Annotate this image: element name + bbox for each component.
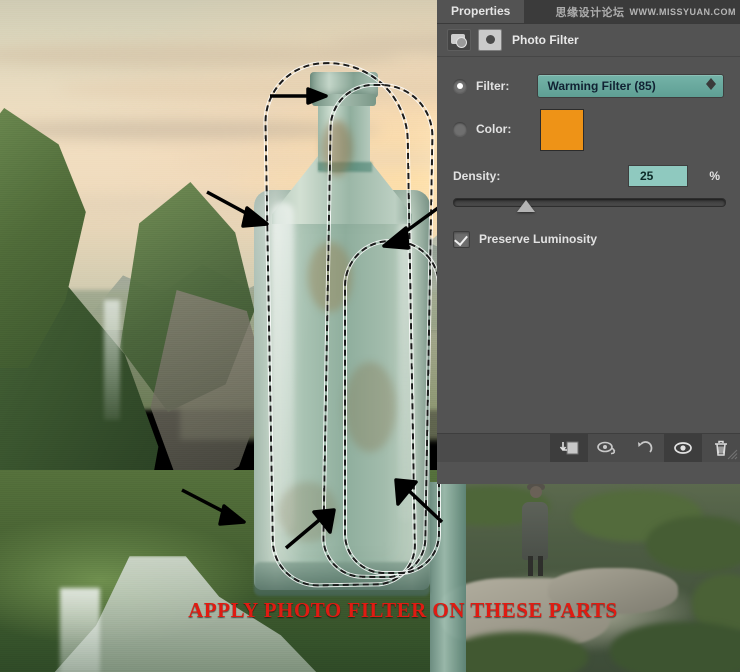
standing-figure <box>518 484 552 578</box>
panel-tab-bar: Properties 思缘设计论坛 WWW.MISSYUAN.COM <box>437 0 740 24</box>
adjustment-title: Photo Filter <box>512 33 579 47</box>
annotation-text: APPLY PHOTO FILTER ON THESE PARTS <box>188 598 618 622</box>
filter-select-value: Warming Filter (85) <box>547 79 656 93</box>
toggle-visibility-button[interactable] <box>664 434 702 462</box>
clip-to-layer-button[interactable] <box>550 434 588 462</box>
preserve-luminosity-row[interactable]: Preserve Luminosity <box>437 229 740 249</box>
color-label: Color: <box>476 122 512 136</box>
watermark-url: WWW.MISSYUAN.COM <box>629 6 736 17</box>
chevron-updown-icon[interactable] <box>706 78 716 94</box>
moss <box>448 632 588 672</box>
moss <box>646 516 740 572</box>
annotation-arrow <box>378 206 440 252</box>
filter-radio[interactable] <box>453 79 467 93</box>
filter-row: Filter: Warming Filter (85) <box>437 73 740 99</box>
watermark-chinese: 思缘设计论坛 <box>555 5 625 19</box>
slider-thumb[interactable] <box>516 200 535 212</box>
tab-properties[interactable]: Properties <box>437 0 525 23</box>
annotation-arrow <box>388 478 446 524</box>
photo-filter-icon <box>447 29 471 51</box>
panel-footer <box>437 433 740 462</box>
preserve-luminosity-label: Preserve Luminosity <box>479 232 598 246</box>
slider-track[interactable] <box>453 198 726 207</box>
resize-grip-icon[interactable] <box>727 449 738 460</box>
figure-leg <box>538 556 543 576</box>
reset-button[interactable] <box>626 434 664 462</box>
density-slider[interactable] <box>453 195 726 213</box>
density-label: Density: <box>453 169 501 183</box>
annotation-arrow <box>268 86 332 106</box>
figure-head <box>530 486 542 498</box>
moss <box>610 622 740 672</box>
color-swatch[interactable] <box>540 109 584 151</box>
annotation-arrow <box>180 488 252 528</box>
toggle-mask-view-button[interactable] <box>588 434 626 462</box>
color-row: Color: <box>437 109 740 151</box>
forum-watermark: 思缘设计论坛 WWW.MISSYUAN.COM <box>556 2 737 21</box>
density-input[interactable]: 25 <box>628 165 688 187</box>
density-row: Density: 25 % <box>437 165 740 187</box>
density-value: 25 <box>640 169 654 183</box>
density-unit: % <box>709 169 720 183</box>
photoshop-screenshot: APPLY PHOTO FILTER ON THESE PARTS Proper… <box>0 0 740 672</box>
annotation-arrow <box>205 188 275 230</box>
inset-photo <box>430 482 740 672</box>
adjustment-header: Photo Filter <box>437 24 740 56</box>
figure-coat <box>522 502 548 560</box>
layer-mask-thumbnail-icon[interactable] <box>478 29 502 51</box>
color-radio[interactable] <box>453 122 467 136</box>
filter-label: Filter: <box>476 79 510 93</box>
annotation-arrow <box>284 508 340 552</box>
preserve-luminosity-checkbox[interactable] <box>453 230 470 248</box>
panel-body: Filter: Warming Filter (85) Color: Densi… <box>437 56 740 462</box>
properties-panel: Properties 思缘设计论坛 WWW.MISSYUAN.COM Photo… <box>437 0 740 484</box>
filter-select[interactable]: Warming Filter (85) <box>537 74 724 98</box>
figure-leg <box>528 556 533 576</box>
